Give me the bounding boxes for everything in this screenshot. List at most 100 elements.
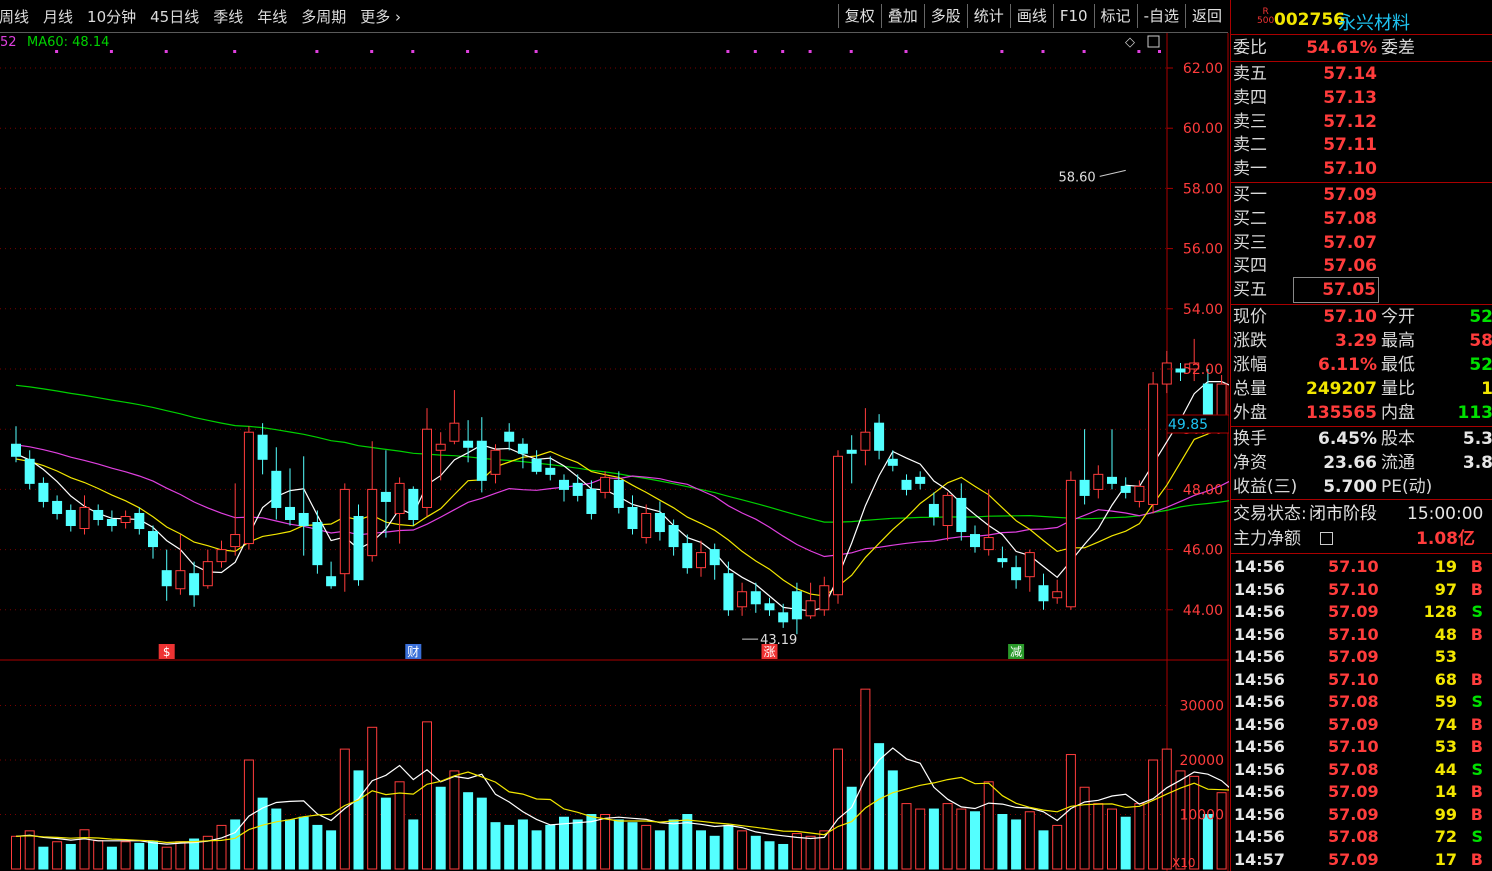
volume-bar — [353, 770, 364, 870]
volume-bar — [833, 748, 843, 870]
tick-time: 14:56 — [1234, 737, 1285, 756]
tab-10min[interactable]: 10分钟 — [80, 6, 143, 27]
candle-body — [1161, 362, 1172, 385]
fund-label: 净资 — [1233, 453, 1267, 473]
fundamental-row: 换手 6.45% 股本 5.3 — [1231, 427, 1492, 451]
bid-row[interactable]: 买三 57.07 — [1231, 231, 1492, 255]
candle-body — [189, 573, 200, 596]
candle-body — [408, 488, 419, 520]
volume-bar — [1134, 803, 1145, 870]
bid-row[interactable]: 买五 57.05 — [1231, 277, 1492, 304]
stat-label-2: 内盘 — [1381, 403, 1415, 423]
volume-bar — [1093, 803, 1104, 870]
volume-bar — [778, 843, 789, 870]
candle-body — [394, 482, 405, 514]
tick-price: 57.09 — [1328, 782, 1379, 801]
multi-stock-button[interactable]: 多股 — [923, 4, 967, 28]
stat-row: 涨幅 6.11% 最低 52 — [1231, 353, 1492, 377]
tick-price: 57.09 — [1328, 849, 1379, 869]
volume-bar — [408, 819, 419, 870]
ask-row[interactable]: 卖二 57.11 — [1231, 133, 1492, 157]
main-net-row[interactable]: 主力净额 1.08亿 — [1231, 527, 1492, 551]
price-tick-label: 44.00 — [1183, 603, 1223, 619]
candle-body — [257, 434, 268, 460]
candle-body — [531, 458, 542, 472]
event-marker-label: 财 — [407, 645, 419, 659]
bid-label: 买二 — [1233, 208, 1267, 229]
tab-45day[interactable]: 45日线 — [143, 6, 206, 27]
ask-label: 卖三 — [1233, 111, 1267, 132]
fund-value-2: 5.3 — [1462, 429, 1492, 449]
tab-more[interactable]: 更多 › — [353, 6, 408, 27]
tick-price: 57.10 — [1328, 557, 1379, 576]
candle-body — [1148, 383, 1159, 505]
price-tick-label: 56.00 — [1183, 242, 1223, 258]
quote-panel: R 500 002756 永兴材料 委比 54.61% 委差 卖五 57.14 卖四 5… — [1230, 0, 1492, 871]
stat-label: 总量 — [1233, 379, 1267, 399]
tick-price: 57.10 — [1328, 579, 1379, 599]
mark-button[interactable]: 标记 — [1093, 4, 1137, 28]
bid-row[interactable]: 买二 57.08 — [1231, 207, 1492, 231]
fund-value-2: 3.8 — [1462, 453, 1492, 473]
candle-body — [148, 531, 158, 548]
volume-bar — [1107, 808, 1117, 870]
candle-body — [1011, 567, 1022, 581]
volume-bar — [970, 811, 980, 870]
candle-body — [737, 591, 748, 608]
volume-bar — [161, 846, 172, 870]
chart-toolbar: 周线 月线 10分钟 45日线 季线 年线 多周期 更多 › 复权 叠加 多股 … — [0, 0, 1228, 33]
bid-row[interactable]: 买四 57.06 — [1231, 254, 1492, 278]
candle-body — [682, 543, 693, 569]
candle-body — [326, 576, 337, 587]
volume-bar — [326, 830, 337, 870]
tab-week[interactable]: 周线 — [0, 6, 36, 27]
stat-label: 涨跌 — [1233, 331, 1267, 351]
ma60-legend: MA60: 48.14 — [27, 35, 109, 50]
diamond-icon: ◇ — [1125, 35, 1135, 50]
restore-rights-button[interactable]: 复权 — [837, 4, 881, 28]
price-tick-label: 48.00 — [1183, 482, 1223, 498]
candle-body — [380, 491, 391, 502]
tick-time: 14:56 — [1234, 647, 1285, 666]
kline-chart[interactable]: 62.0060.0058.0056.0054.0052.0050.0048.00… — [0, 33, 1229, 871]
candle-body — [134, 512, 145, 530]
remove-watchlist-button[interactable]: -自选 — [1136, 4, 1185, 28]
ask-row[interactable]: 卖一 57.10 — [1231, 157, 1492, 181]
statistics-button[interactable]: 统计 — [966, 4, 1010, 28]
tick-direction: B — [1470, 782, 1483, 801]
tick-direction: B — [1470, 669, 1483, 689]
tab-quarter[interactable]: 季线 — [206, 6, 250, 27]
stock-name[interactable]: 永兴材料 — [1338, 9, 1410, 35]
volume-bar — [298, 816, 309, 870]
event-dot — [233, 50, 237, 53]
ask-row[interactable]: 卖三 57.12 — [1231, 110, 1492, 134]
event-marker-label: $ — [163, 645, 171, 659]
tab-year[interactable]: 年线 — [250, 6, 294, 27]
tick-price: 57.08 — [1328, 692, 1379, 711]
fund-label-2: 流通 — [1381, 453, 1415, 473]
tick-volume: 99 — [1434, 804, 1457, 824]
volume-bar — [134, 842, 145, 870]
ask-row[interactable]: 卖四 57.13 — [1231, 86, 1492, 110]
candle-body — [243, 431, 254, 545]
fundamental-row: 净资 23.66 流通 3.8 — [1231, 451, 1492, 475]
candle-body — [696, 552, 706, 569]
bid-row[interactable]: 买一 57.09 — [1231, 183, 1492, 207]
ask-row[interactable]: 卖五 57.14 — [1231, 62, 1492, 86]
event-dot — [849, 50, 853, 53]
draw-line-button[interactable]: 画线 — [1009, 4, 1053, 28]
tab-multi-period[interactable]: 多周期 — [294, 6, 353, 27]
volume-bar — [531, 830, 542, 870]
candle-body — [517, 443, 528, 454]
f10-button[interactable]: F10 — [1052, 4, 1094, 28]
tab-month[interactable]: 月线 — [36, 6, 80, 27]
candle-body — [65, 509, 76, 527]
back-button[interactable]: 返回 — [1184, 4, 1228, 28]
tick-volume: 19 — [1434, 557, 1457, 576]
overlay-button[interactable]: 叠加 — [880, 4, 924, 28]
ask-price: 57.10 — [1323, 159, 1377, 180]
volume-tick-label: 30000 — [1179, 699, 1224, 715]
tick-volume: 59 — [1434, 692, 1457, 711]
volume-bar — [1216, 792, 1227, 870]
event-marker-label: 减 — [1010, 645, 1022, 659]
